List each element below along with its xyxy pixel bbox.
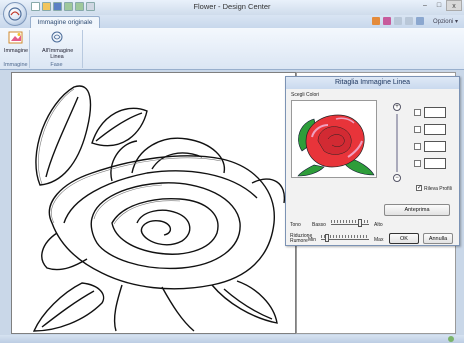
color-row-checkbox[interactable] [414, 109, 421, 116]
zoom-in-icon[interactable] [394, 17, 402, 25]
cancel-button[interactable]: Annulla [423, 233, 453, 244]
image-icon [8, 31, 23, 44]
dialog-title: Ritaglia Immagine Linea [286, 77, 459, 89]
noise-reduction-label: Riduzione Rumore [290, 233, 313, 244]
maximize-button[interactable]: □ [432, 0, 446, 11]
color-row-checkbox[interactable] [414, 126, 421, 133]
detect-profiles-checkbox[interactable]: ✓ [416, 185, 422, 191]
zoom-slider[interactable] [396, 114, 398, 172]
minimize-button[interactable]: – [418, 0, 432, 11]
color-preview[interactable] [291, 100, 377, 178]
camera-icon[interactable] [383, 17, 391, 25]
window-title: Flower - Design Center [193, 2, 271, 11]
ok-button[interactable]: OK [389, 233, 419, 244]
tab-immagine-originale[interactable]: Immagine originale [30, 16, 100, 28]
noise-max-label: Max [374, 237, 384, 243]
tone-max-label: Alto [374, 222, 383, 228]
line-image-icon [51, 31, 63, 43]
preview-button[interactable]: Anteprima [384, 204, 450, 216]
close-button[interactable]: x [446, 0, 462, 11]
options-menu[interactable]: Opzioni ▾ [433, 18, 458, 25]
color-swatch-empty[interactable] [424, 141, 446, 152]
color-row-checkbox[interactable] [414, 143, 421, 150]
noise-slider[interactable] [321, 234, 369, 242]
app-menu-button[interactable] [3, 2, 27, 26]
tone-slider[interactable] [331, 219, 369, 227]
image-button-label: Immagine [3, 48, 29, 54]
ribbon-tab-row: Immagine originale Opzioni ▾ [0, 15, 464, 28]
color-rose-image [297, 114, 375, 177]
line-image-crop-dialog: Ritaglia Immagine Linea Scegli Colori + … [285, 76, 460, 246]
color-swatch-empty[interactable] [424, 107, 446, 118]
zoom-in-icon[interactable]: + [393, 103, 401, 111]
ribbon-group-fase: All'Immagine Linea Fase [31, 30, 83, 68]
app-logo-icon [8, 7, 22, 21]
zoom-out-icon[interactable]: − [393, 174, 401, 182]
to-line-image-label: All'Immagine Linea [42, 48, 74, 60]
color-row-checkbox[interactable] [414, 160, 421, 167]
dialog-body: Scegli Colori + − ✓ Rileva Profili Antep… [286, 89, 459, 245]
choose-colors-label: Scegli Colori [291, 92, 320, 98]
image-button[interactable]: Immagine [3, 30, 29, 54]
help-icons [372, 17, 424, 25]
line-image-rose [32, 85, 286, 332]
color-swatch-empty[interactable] [424, 158, 446, 169]
color-swatch-empty[interactable] [424, 124, 446, 135]
zoom-out-icon[interactable] [405, 17, 413, 25]
ribbon: Immagine Immagine All'Immagine Linea Fas… [0, 28, 464, 70]
tone-min-label: Basso [312, 222, 326, 228]
title-bar: Flower - Design Center – □ x [0, 0, 464, 15]
tone-slider-thumb[interactable] [358, 219, 362, 227]
group-label-fase: Fase [50, 62, 63, 68]
settings-icon[interactable] [416, 17, 424, 25]
ribbon-group-immagine: Immagine Immagine [2, 30, 30, 68]
group-label-immagine: Immagine [3, 62, 28, 68]
to-line-image-button[interactable]: All'Immagine Linea [35, 30, 79, 60]
tone-label: Tono [290, 222, 301, 228]
status-bar [0, 335, 464, 343]
design-canvas[interactable] [11, 72, 296, 334]
noise-min-label: Min [308, 237, 317, 243]
noise-slider-thumb[interactable] [325, 234, 329, 242]
palette-icon[interactable] [372, 17, 380, 25]
detect-profiles-label: Rileva Profili [424, 186, 452, 192]
status-indicator-icon [448, 336, 454, 342]
window-controls: – □ x [418, 0, 462, 11]
